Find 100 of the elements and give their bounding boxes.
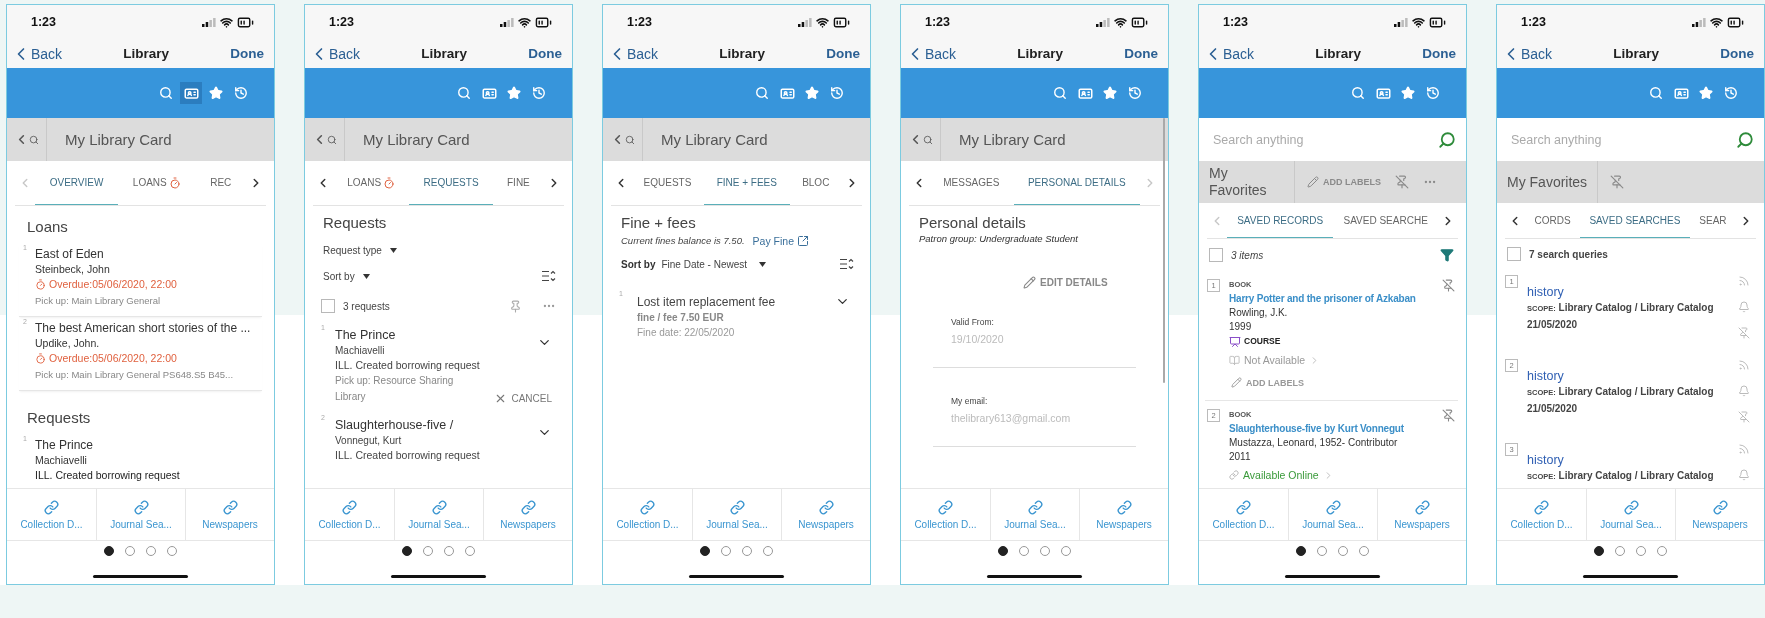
quick-link[interactable]: Journal Sea... — [394, 489, 483, 540]
page-dot[interactable] — [402, 546, 412, 556]
page-dot[interactable] — [742, 546, 752, 556]
tab[interactable]: EQUESTS — [631, 161, 704, 205]
search-icon[interactable] — [1736, 130, 1754, 149]
tab[interactable]: MESSAGES — [929, 161, 1014, 205]
quick-link[interactable]: Collection D... — [1199, 489, 1288, 540]
tab[interactable]: LOANS — [118, 161, 196, 205]
saved-query-link[interactable]: history — [1527, 453, 1732, 468]
sort-icon[interactable] — [840, 258, 854, 270]
tab[interactable]: REQUESTS — [409, 161, 493, 205]
tab[interactable]: LOANS — [333, 161, 410, 205]
page-dot[interactable] — [1636, 546, 1646, 556]
page-dot[interactable] — [1061, 546, 1071, 556]
back-button[interactable]: Back — [309, 43, 361, 64]
bell-icon[interactable] — [1738, 301, 1750, 313]
page-dot[interactable] — [444, 546, 454, 556]
done-button[interactable]: Done — [528, 46, 562, 61]
quick-link[interactable]: Collection D... — [901, 489, 990, 540]
page-dot[interactable] — [700, 546, 710, 556]
tab[interactable]: PERSONAL DETAILS — [1013, 161, 1140, 205]
page-dot[interactable] — [1615, 546, 1625, 556]
page-dot[interactable] — [465, 546, 475, 556]
quick-link[interactable]: Journal Sea... — [1288, 489, 1377, 540]
page-dot[interactable] — [763, 546, 773, 556]
saved-query-link[interactable]: history — [1527, 369, 1732, 384]
quick-link[interactable]: Journal Sea... — [990, 489, 1079, 540]
rss-icon[interactable] — [1738, 275, 1750, 287]
unpin-icon[interactable] — [1738, 411, 1750, 423]
back-button[interactable]: Back — [905, 43, 957, 64]
tab[interactable]: FINE — [492, 161, 544, 205]
tab[interactable]: SAVED SEARCHE — [1333, 203, 1438, 238]
cancel-button[interactable]: CANCEL — [494, 392, 552, 405]
sort-icon[interactable] — [542, 270, 556, 282]
select-all-checkbox[interactable] — [1209, 248, 1223, 262]
select-all-checkbox[interactable] — [321, 299, 335, 313]
item-title[interactable]: The best American short stories of the ... — [35, 321, 262, 336]
unpin-icon[interactable] — [1441, 409, 1455, 422]
rss-icon[interactable] — [1738, 443, 1750, 455]
tab[interactable]: CORDS — [1525, 203, 1580, 238]
quick-link[interactable]: Collection D... — [7, 489, 96, 540]
page-dot[interactable] — [167, 546, 177, 556]
page-dot[interactable] — [1317, 546, 1327, 556]
done-button[interactable]: Done — [230, 46, 264, 61]
page-dot[interactable] — [1359, 546, 1369, 556]
done-button[interactable]: Done — [826, 46, 860, 61]
item-title[interactable]: The Prince — [35, 438, 262, 453]
unpin-icon[interactable] — [1738, 327, 1750, 339]
page-dot[interactable] — [146, 546, 156, 556]
page-dot[interactable] — [1040, 546, 1050, 556]
tab[interactable]: SAVED SEARCHES — [1580, 203, 1690, 238]
select-all-checkbox[interactable] — [1507, 247, 1521, 261]
page-dot[interactable] — [423, 546, 433, 556]
item-title[interactable]: East of Eden — [35, 247, 262, 262]
availability-link[interactable]: Available Online — [1229, 466, 1334, 484]
done-button[interactable]: Done — [1422, 46, 1456, 61]
quick-link[interactable]: Newspapers — [483, 489, 572, 540]
rss-icon[interactable] — [1738, 359, 1750, 371]
quick-link[interactable]: Journal Sea... — [96, 489, 185, 540]
tab[interactable]: SEAR — [1689, 203, 1736, 238]
quick-link[interactable]: Newspapers — [1377, 489, 1466, 540]
tab[interactable]: FINE + FEES — [704, 161, 790, 205]
bell-icon[interactable] — [1738, 469, 1750, 481]
quick-link[interactable]: Newspapers — [1675, 489, 1764, 540]
filter-dropdown[interactable]: Request type — [323, 244, 397, 256]
quick-link[interactable]: Collection D... — [1497, 489, 1586, 540]
quick-link[interactable]: Collection D... — [603, 489, 692, 540]
saved-query-link[interactable]: history — [1527, 285, 1732, 300]
unpin-icon[interactable] — [1441, 279, 1455, 292]
done-button[interactable]: Done — [1124, 46, 1158, 61]
quick-link[interactable]: Newspapers — [1079, 489, 1168, 540]
toolbar-button[interactable] — [180, 82, 202, 104]
record-title-link[interactable]: Harry Potter and the prisoner of Azkaban — [1229, 291, 1438, 306]
back-button[interactable]: Back — [607, 43, 659, 64]
page-dot[interactable] — [104, 546, 114, 556]
filter-dropdown[interactable]: Sort by — [323, 270, 370, 282]
back-button[interactable]: Back — [11, 43, 63, 64]
item-title[interactable]: Slaughterhouse-five / — [335, 417, 537, 433]
tab[interactable]: REC — [195, 161, 246, 205]
quick-link[interactable]: Newspapers — [185, 489, 274, 540]
record-title-link[interactable]: Slaughterhouse-five by Kurt Vonnegut — [1229, 421, 1438, 436]
page-dot[interactable] — [1296, 546, 1306, 556]
filter-icon[interactable] — [1440, 248, 1454, 262]
bell-icon[interactable] — [1738, 385, 1750, 397]
item-title[interactable]: The Prince — [335, 327, 495, 343]
page-dot[interactable] — [721, 546, 731, 556]
pay-fine-link[interactable]: Pay Fine — [752, 234, 809, 247]
unpin-icon[interactable] — [1395, 175, 1409, 189]
back-button[interactable]: Back — [1203, 43, 1255, 64]
quick-link[interactable]: Newspapers — [781, 489, 870, 540]
search-icon[interactable] — [1438, 130, 1456, 149]
page-dot[interactable] — [1019, 546, 1029, 556]
page-dot[interactable] — [125, 546, 135, 556]
tab[interactable]: BLOC — [789, 161, 842, 205]
pin-icon[interactable] — [509, 299, 522, 313]
tab[interactable]: SAVED RECORDS — [1227, 203, 1334, 238]
page-dot[interactable] — [1338, 546, 1348, 556]
page-dot[interactable] — [998, 546, 1008, 556]
done-button[interactable]: Done — [1720, 46, 1754, 61]
quick-link[interactable]: Journal Sea... — [1586, 489, 1675, 540]
